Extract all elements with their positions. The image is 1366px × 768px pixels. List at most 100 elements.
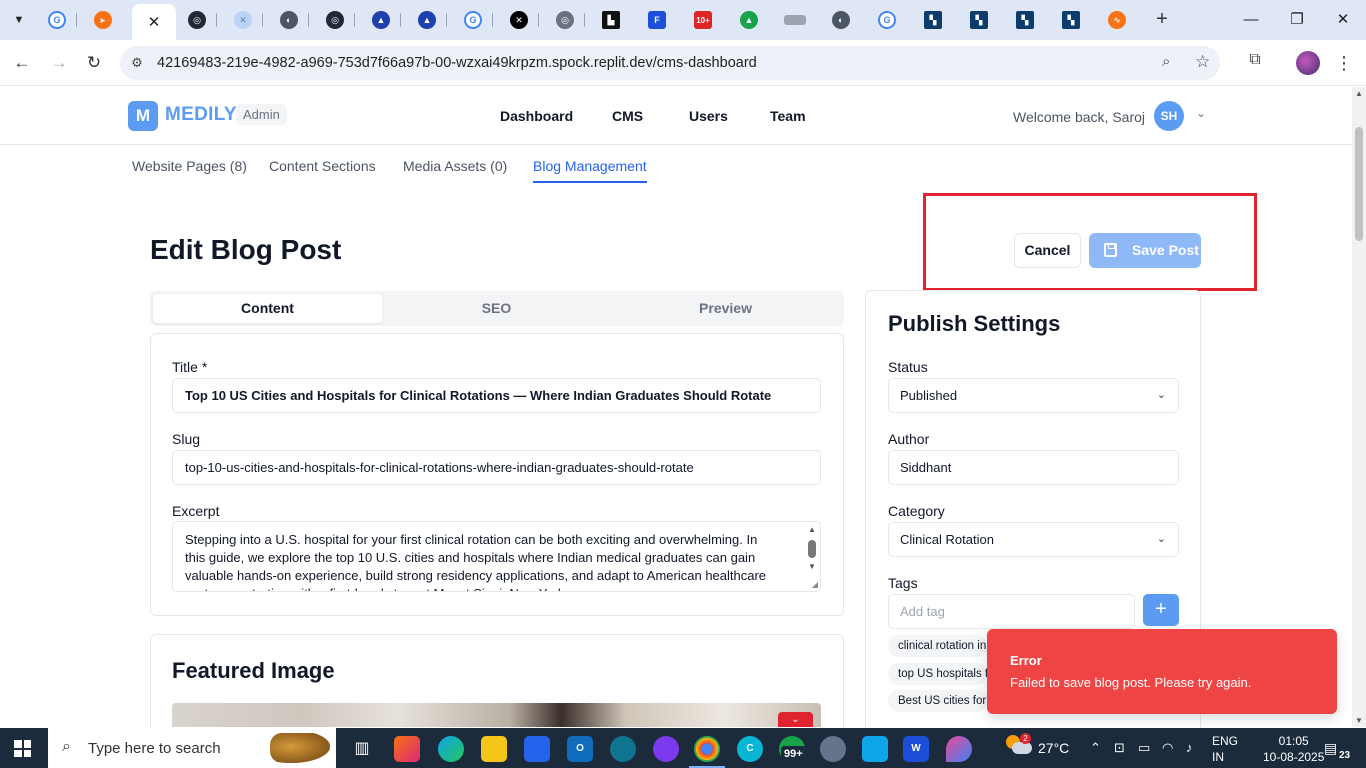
notification-center-icon[interactable]: ▤ [1324, 740, 1337, 757]
tab-drive-3[interactable]: ▲ [730, 6, 768, 34]
excerpt-textarea[interactable]: Stepping into a U.S. hospital for your f… [172, 521, 821, 592]
browser-menu-icon[interactable]: ⋮ [1334, 50, 1354, 76]
wifi-icon[interactable]: ◠ [1162, 740, 1173, 756]
nav-users[interactable]: Users [689, 108, 728, 124]
tag-chip[interactable]: clinical rotation in [888, 635, 988, 657]
zoom-icon[interactable]: ⌕ [1162, 53, 1170, 70]
tab-content[interactable]: Content [153, 294, 382, 323]
address-bar[interactable]: ⚙ 42169483-219e-4982-a969-753d7f66a97b-0… [120, 46, 1220, 80]
tab-website-pages[interactable]: Website Pages (8) [132, 158, 247, 181]
reload-icon[interactable]: ↻ [81, 50, 107, 76]
tab-app-6[interactable]: ▚ [960, 6, 998, 34]
tab-gmail[interactable]: 10+ [684, 6, 722, 34]
minimize-icon[interactable]: — [1236, 8, 1266, 32]
temperature[interactable]: 27°C [1038, 740, 1069, 756]
app-icon[interactable] [820, 736, 846, 762]
nav-team[interactable]: Team [770, 108, 806, 124]
logo-icon[interactable]: M [128, 101, 158, 131]
bookmark-star-icon[interactable]: ☆ [1195, 52, 1210, 72]
tab-content-sections[interactable]: Content Sections [269, 158, 376, 181]
windows-start-icon[interactable] [14, 740, 31, 757]
volume-icon[interactable]: ♪ [1186, 740, 1193, 755]
back-icon[interactable]: ← [9, 50, 35, 76]
app-icon[interactable]: C [737, 736, 763, 762]
tab-globe-2[interactable]: ◎ [546, 6, 585, 34]
weather-icon[interactable]: 2 [1006, 733, 1032, 757]
tab-openai[interactable]: ◎ [178, 6, 217, 34]
tab-app-8[interactable]: ▚ [1052, 6, 1090, 34]
tab-app-3[interactable]: ▙ [592, 6, 630, 34]
tab-active[interactable]: ✕ [132, 4, 176, 40]
tab-app[interactable]: ▸ [84, 6, 122, 34]
close-icon[interactable]: ✕ [148, 13, 161, 31]
tab-seo[interactable]: SEO [382, 294, 611, 323]
error-toast[interactable]: Error Failed to save blog post. Please t… [987, 629, 1337, 714]
extensions-icon[interactable]: ⧉ [1244, 51, 1266, 73]
tab-blog-management[interactable]: Blog Management [533, 158, 647, 183]
chevron-down-icon[interactable]: ⌄ [778, 712, 813, 727]
scrollbar-thumb[interactable] [1355, 127, 1363, 241]
tab-drive-2[interactable]: ▲ [408, 6, 447, 34]
cancel-button[interactable]: Cancel [1014, 233, 1081, 268]
status-select[interactable]: Published ⌄ [888, 378, 1179, 413]
title-input[interactable]: Top 10 US Cities and Hospitals for Clini… [172, 378, 821, 413]
scrollbar-thumb[interactable] [808, 540, 816, 558]
tab-x[interactable]: ✕ [500, 6, 539, 34]
tag-chip[interactable]: top US hospitals fo [888, 663, 988, 685]
restore-icon[interactable]: ❐ [1282, 8, 1312, 32]
scroll-up-icon[interactable]: ▲ [1355, 89, 1363, 98]
meet-now-icon[interactable]: ⊡ [1114, 740, 1125, 756]
system-clock[interactable]: 01:05 10-08-2025 [1263, 733, 1324, 765]
tab-app-9[interactable]: ∿ [1098, 6, 1136, 34]
tab-google-2[interactable]: G [454, 6, 493, 34]
user-avatar[interactable]: SH [1154, 101, 1184, 131]
outlook-icon[interactable]: O [567, 736, 593, 762]
scroll-down-icon[interactable]: ▼ [1355, 716, 1363, 725]
word-icon[interactable]: W [903, 736, 929, 762]
tag-input[interactable]: Add tag [888, 594, 1135, 629]
add-tag-button[interactable]: + [1143, 594, 1179, 626]
category-select[interactable]: Clinical Rotation ⌄ [888, 522, 1179, 557]
store-icon[interactable] [524, 736, 550, 762]
url-text[interactable]: 42169483-219e-4982-a969-753d7f66a97b-00-… [157, 55, 757, 71]
tab-search-chevron-icon[interactable]: ▼ [6, 8, 32, 32]
app-icon[interactable] [653, 736, 679, 762]
tab-google[interactable]: G [38, 6, 77, 34]
author-input[interactable]: Siddhant [888, 450, 1179, 485]
site-info-icon[interactable]: ⚙ [128, 54, 146, 72]
tag-chip[interactable]: Best US cities for r [888, 690, 988, 712]
app-icon[interactable] [862, 736, 888, 762]
scroll-down-icon[interactable]: ▼ [808, 562, 816, 571]
tab-app-7[interactable]: ▚ [1006, 6, 1044, 34]
close-window-icon[interactable]: ✕ [1328, 8, 1358, 32]
tab-app-2[interactable]: ✕ [224, 6, 263, 34]
tab-globe-3[interactable]: ◐ [822, 6, 860, 34]
chrome-icon[interactable] [694, 736, 720, 762]
file-explorer-icon[interactable] [481, 736, 507, 762]
task-view-icon[interactable]: ▥ [349, 736, 375, 762]
tab-globe[interactable]: ◐ [270, 6, 309, 34]
page-scrollbar[interactable]: ▲ ▼ [1352, 87, 1366, 727]
tab-openai-2[interactable]: ◎ [316, 6, 355, 34]
tab-app-5[interactable]: ▚ [914, 6, 952, 34]
tab-app-4[interactable] [776, 6, 814, 34]
resize-grip-icon[interactable]: ◢ [812, 580, 818, 589]
app-icon[interactable] [946, 736, 972, 762]
battery-icon[interactable]: ▭ [1138, 740, 1150, 756]
brand-name[interactable]: MEDILY [165, 104, 237, 126]
scroll-up-icon[interactable]: ▲ [808, 525, 816, 534]
nav-cms[interactable]: CMS [612, 108, 643, 124]
excerpt-text[interactable]: Stepping into a U.S. hospital for your f… [185, 531, 781, 591]
tab-drive[interactable]: ▲ [362, 6, 401, 34]
taskbar-search[interactable]: ⌕ Type here to search [48, 728, 336, 768]
tab-media-assets[interactable]: Media Assets (0) [403, 158, 507, 181]
chevron-up-icon[interactable]: ⌃ [1090, 740, 1101, 756]
office-icon[interactable] [394, 736, 420, 762]
save-post-button[interactable]: Save Post [1089, 233, 1201, 268]
forward-icon[interactable]: → [46, 50, 72, 76]
tab-forms[interactable]: F [638, 6, 676, 34]
language-indicator[interactable]: ENG IN [1212, 733, 1238, 765]
tab-preview[interactable]: Preview [611, 294, 840, 323]
edge-icon[interactable] [438, 736, 464, 762]
profile-avatar[interactable] [1296, 51, 1320, 75]
